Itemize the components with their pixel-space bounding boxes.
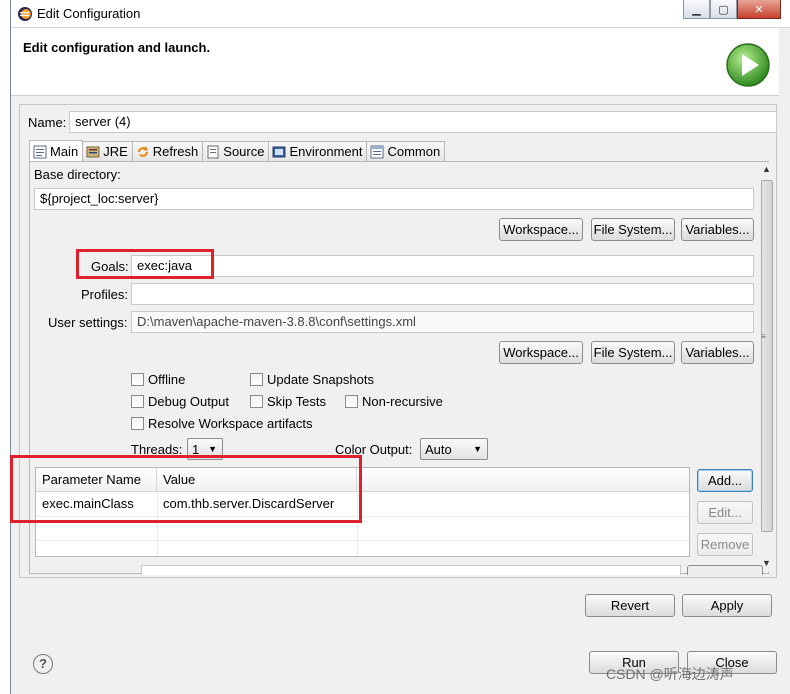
column-header-value[interactable]: Value: [157, 468, 357, 492]
tab-environment-label: Environment: [289, 144, 363, 159]
common-icon: [370, 145, 384, 158]
non-recursive-checkbox[interactable]: Non-recursive: [345, 394, 443, 409]
scroll-grip-icon: ≡: [761, 332, 766, 341]
update-snapshots-checkbox[interactable]: Update Snapshots: [250, 372, 374, 387]
skip-tests-box[interactable]: [250, 395, 263, 408]
parameters-table: Parameter Name Value exec.mainClass com.…: [35, 467, 690, 557]
partially-visible-button[interactable]: [687, 565, 763, 575]
offline-box[interactable]: [131, 373, 144, 386]
minimize-button[interactable]: ▁: [683, 0, 710, 19]
color-output-label: Color Output:: [335, 442, 413, 457]
update-snapshots-label: Update Snapshots: [267, 372, 374, 387]
column-header-filler: [357, 468, 689, 492]
tab-refresh-label: Refresh: [152, 144, 199, 159]
resolve-workspace-checkbox[interactable]: Resolve Workspace artifacts: [131, 416, 313, 431]
row-divider: [36, 516, 689, 517]
base-directory-field[interactable]: ${project_loc:server}: [34, 188, 754, 210]
threads-select[interactable]: 1 ▼: [187, 438, 223, 460]
dialog-banner: Edit configuration and launch.: [11, 28, 779, 96]
watermark-text: CSDN @听海边涛声: [606, 666, 734, 682]
debug-output-label: Debug Output: [148, 394, 229, 409]
scroll-up-icon[interactable]: ▲: [762, 164, 771, 174]
tab-main[interactable]: Main: [29, 140, 84, 162]
tab-common[interactable]: Common: [367, 141, 446, 162]
title-bar: Edit Configuration ▁ ▢ ✕: [11, 0, 790, 28]
tab-jre[interactable]: JRE: [83, 141, 133, 162]
tab-common-label: Common: [387, 144, 441, 159]
tab-jre-label: JRE: [103, 144, 128, 159]
maximize-button[interactable]: ▢: [710, 0, 737, 19]
remove-parameter-button[interactable]: Remove: [697, 533, 753, 556]
edit-configuration-dialog: Edit Configuration ▁ ▢ ✕ Edit configurat…: [10, 0, 790, 694]
scroll-thumb[interactable]: [761, 180, 773, 532]
chevron-down-icon: ▼: [473, 444, 482, 454]
jre-icon: [86, 146, 100, 157]
skip-tests-checkbox[interactable]: Skip Tests: [250, 394, 326, 409]
tab-source[interactable]: Source: [203, 141, 270, 162]
apply-button[interactable]: Apply: [682, 594, 772, 617]
column-divider: [157, 492, 158, 556]
chevron-down-icon: ▼: [208, 444, 217, 454]
color-output-select[interactable]: Auto ▼: [420, 438, 488, 460]
launch-run-icon: [726, 43, 770, 87]
name-field[interactable]: server (4): [69, 111, 777, 133]
vertical-scrollbar[interactable]: ▲ ≡ ▼: [759, 162, 775, 572]
tab-bar: Main JRE Refresh Source Environment Comm…: [29, 140, 446, 162]
window-controls: ▁ ▢ ✕: [683, 0, 781, 19]
tab-main-label: Main: [50, 144, 79, 159]
file-system-button-1[interactable]: File System...: [591, 218, 675, 241]
non-recursive-box[interactable]: [345, 395, 358, 408]
user-settings-field[interactable]: D:\maven\apache-maven-3.8.8\conf\setting…: [131, 311, 754, 333]
goals-field[interactable]: exec:java: [131, 255, 754, 277]
variables-button-1[interactable]: Variables...: [681, 218, 754, 241]
non-recursive-label: Non-recursive: [362, 394, 443, 409]
resolve-workspace-label: Resolve Workspace artifacts: [148, 416, 313, 431]
eclipse-icon: [18, 7, 32, 21]
tab-source-label: Source: [223, 144, 265, 159]
environment-icon: [272, 146, 286, 157]
profiles-field[interactable]: [131, 283, 754, 305]
base-directory-label: Base directory:: [34, 167, 121, 182]
threads-value: 1: [192, 441, 200, 457]
main-tab-icon: [33, 145, 47, 158]
row-divider: [36, 540, 689, 541]
refresh-icon: [137, 145, 148, 157]
resolve-workspace-box[interactable]: [131, 417, 144, 430]
window-title: Edit Configuration: [37, 6, 141, 21]
goals-label: Goals:: [91, 259, 129, 274]
workspace-button-2[interactable]: Workspace...: [499, 341, 583, 364]
update-snapshots-box[interactable]: [250, 373, 263, 386]
table-cell-value[interactable]: com.thb.server.DiscardServer: [157, 492, 357, 516]
threads-label: Threads:: [131, 442, 183, 457]
close-window-button[interactable]: ✕: [737, 0, 781, 19]
user-settings-label: User settings:: [48, 315, 128, 330]
add-parameter-button[interactable]: Add...: [697, 469, 753, 492]
edit-parameter-button[interactable]: Edit...: [697, 501, 753, 524]
skip-tests-label: Skip Tests: [267, 394, 327, 409]
scroll-down-icon[interactable]: ▼: [762, 558, 771, 568]
column-divider: [357, 492, 358, 556]
tab-refresh[interactable]: Refresh: [132, 141, 204, 162]
profiles-label: Profiles:: [81, 287, 128, 302]
source-icon: [207, 145, 219, 158]
variables-button-2[interactable]: Variables...: [681, 341, 754, 364]
debug-output-checkbox[interactable]: Debug Output: [131, 394, 229, 409]
partially-visible-field[interactable]: [141, 565, 681, 575]
table-cell-parameter-name[interactable]: exec.mainClass: [36, 492, 157, 516]
column-header-parameter-name[interactable]: Parameter Name: [36, 468, 157, 492]
help-icon[interactable]: ?: [33, 654, 53, 674]
tab-environment[interactable]: Environment: [269, 141, 368, 162]
offline-checkbox[interactable]: Offline: [131, 372, 185, 387]
workspace-button-1[interactable]: Workspace...: [499, 218, 583, 241]
banner-message: Edit configuration and launch.: [23, 40, 211, 55]
file-system-button-2[interactable]: File System...: [591, 341, 675, 364]
revert-button[interactable]: Revert: [585, 594, 675, 617]
offline-label: Offline: [148, 372, 186, 387]
debug-output-box[interactable]: [131, 395, 144, 408]
color-output-value: Auto: [425, 441, 452, 457]
name-label: Name:: [28, 115, 67, 130]
